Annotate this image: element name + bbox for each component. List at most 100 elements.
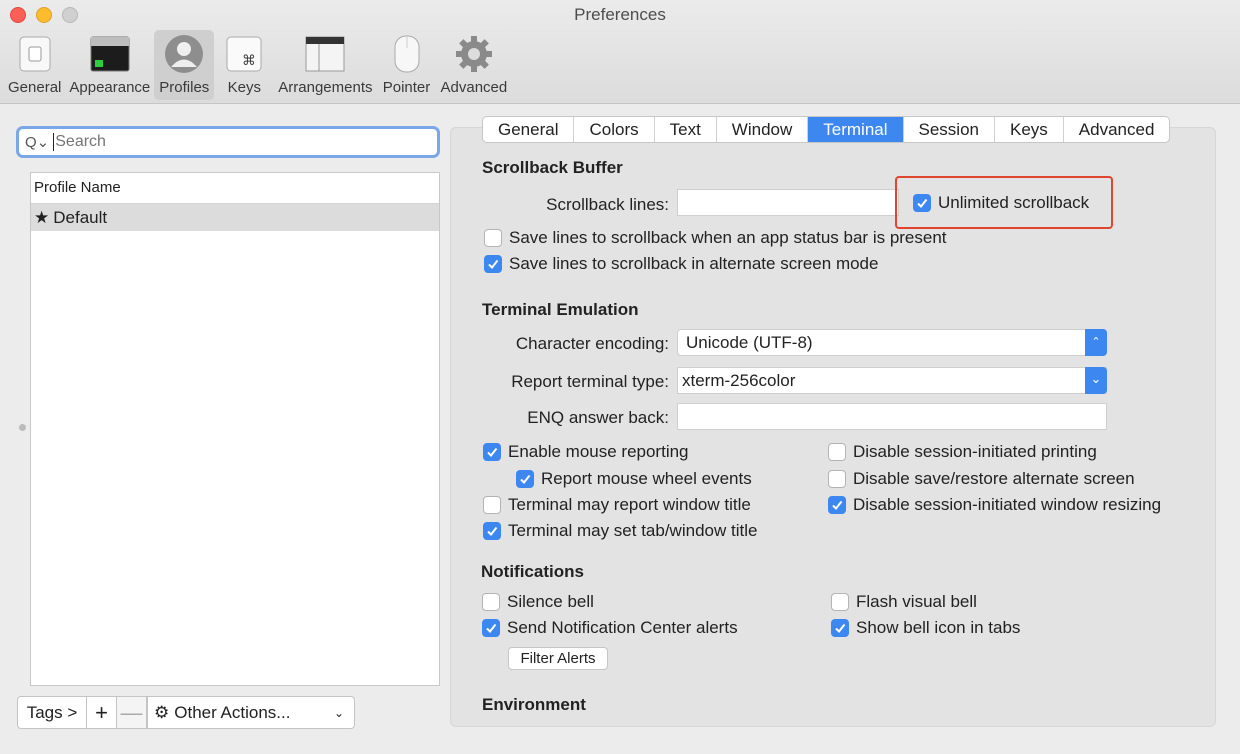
checkbox-checked [484,255,502,273]
notifications-section-title: Notifications [481,562,584,581]
checkbox-label: Disable save/restore alternate screen [853,469,1135,488]
report-window-title-checkbox[interactable]: Terminal may report window title [483,495,751,515]
tab-keys[interactable]: Keys [995,117,1064,142]
encoding-label: Character encoding: [515,334,669,353]
add-profile-button[interactable]: + [87,696,117,729]
encoding-value: Unicode (UTF-8) [686,333,813,352]
profile-tabs: General Colors Text Window Terminal Sess… [482,116,1171,143]
other-actions-menu[interactable]: ⚙ Other Actions... ⌄ [147,696,355,729]
profile-name-column-header[interactable]: Profile Name [31,173,439,204]
checkbox-checked [516,470,534,488]
checkbox-label: Disable session-initiated window resizin… [853,495,1162,514]
toolbar-keys[interactable]: ⌘ Keys [214,30,274,100]
gear-icon [454,34,494,74]
environment-section-title: Environment [482,695,586,714]
tags-button[interactable]: Tags > [17,696,87,729]
checkbox-label: Enable mouse reporting [508,442,689,461]
gear-icon: ⚙ [154,702,170,722]
checkbox-unchecked [831,593,849,611]
svg-text:⌘: ⌘ [242,53,256,69]
tab-text[interactable]: Text [655,117,717,142]
window-title: Preferences [574,5,666,24]
profile-search-field[interactable]: Q⌄ [16,126,440,158]
checkbox-checked [828,496,846,514]
toolbar-advanced[interactable]: Advanced [437,30,512,100]
silence-bell-checkbox[interactable]: Silence bell [482,592,594,612]
enq-field[interactable] [677,403,1107,430]
send-notification-alerts-checkbox[interactable]: Send Notification Center alerts [482,618,738,638]
report-type-combo[interactable]: xterm-256color ⌄ [677,367,1107,394]
window-stack-icon [305,34,345,74]
filter-alerts-button[interactable]: Filter Alerts [508,647,608,670]
report-type-value: xterm-256color [682,371,796,390]
report-type-label: Report terminal type: [511,372,669,391]
checkbox-unchecked [482,593,500,611]
save-lines-alternate-checkbox[interactable]: Save lines to scrollback in alternate sc… [484,254,878,274]
enable-mouse-reporting-checkbox[interactable]: Enable mouse reporting [483,442,689,462]
command-key-icon: ⌘ [224,34,264,74]
checkbox-checked [483,522,501,540]
toolbar-label: Arrangements [278,79,373,96]
mouse-icon [387,34,427,74]
toolbar-profiles[interactable]: Profiles [154,30,215,100]
title-bar: Preferences General Appearance Profiles … [0,0,1240,104]
scrollback-lines-field[interactable] [677,189,899,216]
checkbox-label: Flash visual bell [856,592,977,611]
checkbox-label: Terminal may report window title [508,495,751,514]
chevron-down-icon[interactable]: ⌄ [1085,367,1107,394]
checkbox-label: Send Notification Center alerts [507,618,738,637]
user-silhouette-icon [164,34,204,74]
show-bell-icon-checkbox[interactable]: Show bell icon in tabs [831,618,1020,638]
disable-window-resizing-checkbox[interactable]: Disable session-initiated window resizin… [828,495,1161,515]
tab-terminal[interactable]: Terminal [808,117,904,142]
tab-colors[interactable]: Colors [574,117,655,142]
profile-name: Default [53,207,108,227]
search-input[interactable] [55,133,416,151]
checkbox-label: Unlimited scrollback [938,193,1090,212]
remove-profile-button[interactable]: — [117,696,147,729]
scrollback-lines-label: Scrollback lines: [546,195,669,214]
set-window-title-checkbox[interactable]: Terminal may set tab/window title [483,521,757,541]
tab-window[interactable]: Window [717,117,809,142]
tab-advanced[interactable]: Advanced [1064,117,1170,142]
tab-general[interactable]: General [483,117,575,142]
checkbox-label: Save lines to scrollback in alternate sc… [509,254,879,273]
checkbox-unchecked [828,443,846,461]
other-actions-label: Other Actions... [174,702,291,722]
save-lines-status-bar-checkbox[interactable]: Save lines to scrollback when an app sta… [484,228,947,248]
profile-row-default[interactable]: ★ Default [31,204,439,231]
checkbox-checked [482,619,500,637]
checkbox-label: Silence bell [507,592,594,611]
toolbar-appearance[interactable]: Appearance [65,30,154,100]
star-icon: ★ [34,207,50,227]
flash-visual-bell-checkbox[interactable]: Flash visual bell [831,592,977,612]
checkbox-label: Show bell icon in tabs [856,618,1021,637]
toolbar-label: Advanced [440,79,508,96]
disable-printing-checkbox[interactable]: Disable session-initiated printing [828,442,1097,462]
unlimited-scrollback-checkbox[interactable]: Unlimited scrollback [913,193,1089,213]
toolbar-label: Keys [227,79,261,96]
preferences-toolbar: General Appearance Profiles ⌘ Keys Arran… [4,30,511,100]
encoding-popup[interactable]: Unicode (UTF-8) ⌃ [677,329,1107,356]
report-mouse-wheel-checkbox[interactable]: Report mouse wheel events [516,469,752,489]
toolbar-pointer[interactable]: Pointer [377,30,437,100]
toolbar-label: Profiles [159,79,210,96]
checkbox-unchecked [828,470,846,488]
disable-alt-screen-checkbox[interactable]: Disable save/restore alternate screen [828,469,1135,489]
switch-icon [15,34,55,74]
tab-session[interactable]: Session [904,117,995,142]
toolbar-general[interactable]: General [4,30,65,100]
search-icon: Q⌄ [25,134,50,151]
checkbox-checked [913,194,931,212]
profile-actions-bar: Tags > + — ⚙ Other Actions... ⌄ [17,696,355,729]
emulation-section-title: Terminal Emulation [482,300,639,319]
splitter-handle[interactable] [19,424,26,431]
checkbox-label: Terminal may set tab/window title [508,521,758,540]
scrollback-section-title: Scrollback Buffer [482,158,623,177]
checkbox-unchecked [483,496,501,514]
toolbar-arrangements[interactable]: Arrangements [274,30,376,100]
checkbox-checked [831,619,849,637]
profile-list[interactable]: Profile Name ★ Default [30,172,440,686]
toolbar-label: Appearance [69,79,151,96]
checkbox-label: Report mouse wheel events [541,469,752,488]
